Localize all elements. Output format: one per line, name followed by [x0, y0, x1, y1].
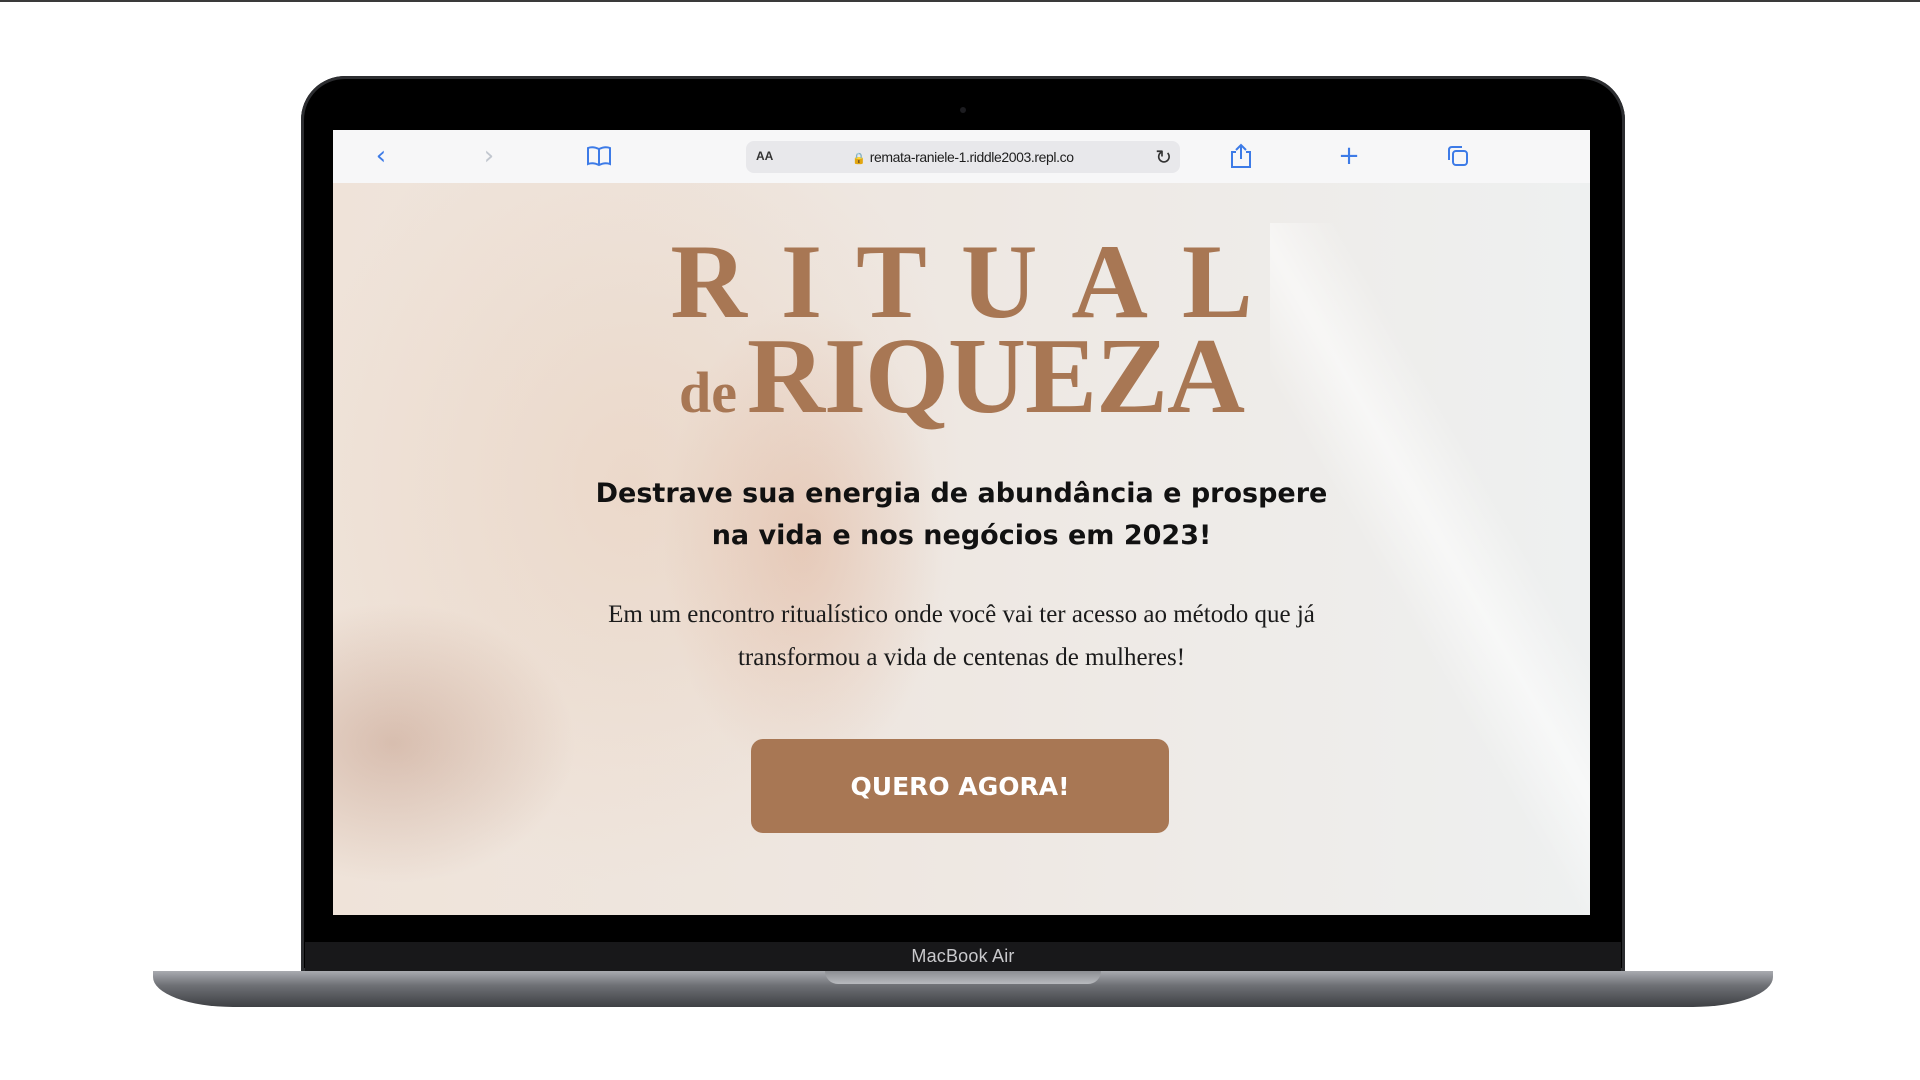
- device-label: MacBook Air: [911, 946, 1015, 966]
- hero-headline: Destrave sua energia de abundância e pro…: [333, 473, 1590, 557]
- reload-icon[interactable]: ↻: [1155, 145, 1172, 169]
- new-tab-button[interactable]: +: [1334, 141, 1364, 171]
- chevron-left-icon: ‹: [375, 141, 387, 171]
- tabs-button[interactable]: [1443, 141, 1473, 171]
- headline-line-1: Destrave sua energia de abundância e pro…: [595, 478, 1328, 509]
- plus-icon: +: [1338, 141, 1360, 171]
- laptop-chin: MacBook Air: [305, 942, 1621, 971]
- browser-toolbar: ‹ › AA 🔒 remata-raniele-1.riddle2003.repl…: [333, 130, 1590, 184]
- tabs-icon: [1448, 146, 1468, 166]
- url-text: remata-raniele-1.riddle2003.repl.co: [869, 149, 1074, 165]
- bookmarks-button[interactable]: [584, 141, 614, 171]
- book-icon: [587, 146, 611, 167]
- share-icon: [1231, 143, 1251, 168]
- subtext-line-1: Em um encontro ritualístico onde você va…: [608, 601, 1315, 628]
- headline-line-2: na vida e nos negócios em 2023!: [711, 520, 1212, 551]
- camera: [960, 107, 966, 113]
- hero-subtext: Em um encontro ritualístico onde você va…: [333, 593, 1590, 679]
- landing-page: RITUAL deRIQUEZA Destrave sua energia de…: [333, 183, 1590, 915]
- lock-icon: 🔒: [852, 153, 866, 165]
- hero-title-riqueza-word: RIQUEZA: [746, 317, 1245, 436]
- hero-title-de: de: [678, 360, 737, 425]
- forward-button[interactable]: ›: [474, 141, 504, 171]
- hero-title-riqueza: deRIQUEZA: [333, 323, 1590, 431]
- top-border: [0, 0, 1920, 2]
- laptop-screen: ‹ › AA 🔒 remata-raniele-1.riddle2003.repl…: [333, 130, 1590, 915]
- laptop-notch: [825, 971, 1101, 984]
- address-bar[interactable]: AA 🔒 remata-raniele-1.riddle2003.repl.co …: [746, 141, 1180, 173]
- cta-button[interactable]: QUERO AGORA!: [751, 739, 1169, 833]
- chevron-right-icon: ›: [483, 141, 495, 171]
- share-button[interactable]: [1226, 141, 1256, 171]
- back-button[interactable]: ‹: [366, 141, 396, 171]
- subtext-line-2: transformou a vida de centenas de mulher…: [737, 644, 1186, 671]
- url-display: 🔒 remata-raniele-1.riddle2003.repl.co: [746, 149, 1180, 165]
